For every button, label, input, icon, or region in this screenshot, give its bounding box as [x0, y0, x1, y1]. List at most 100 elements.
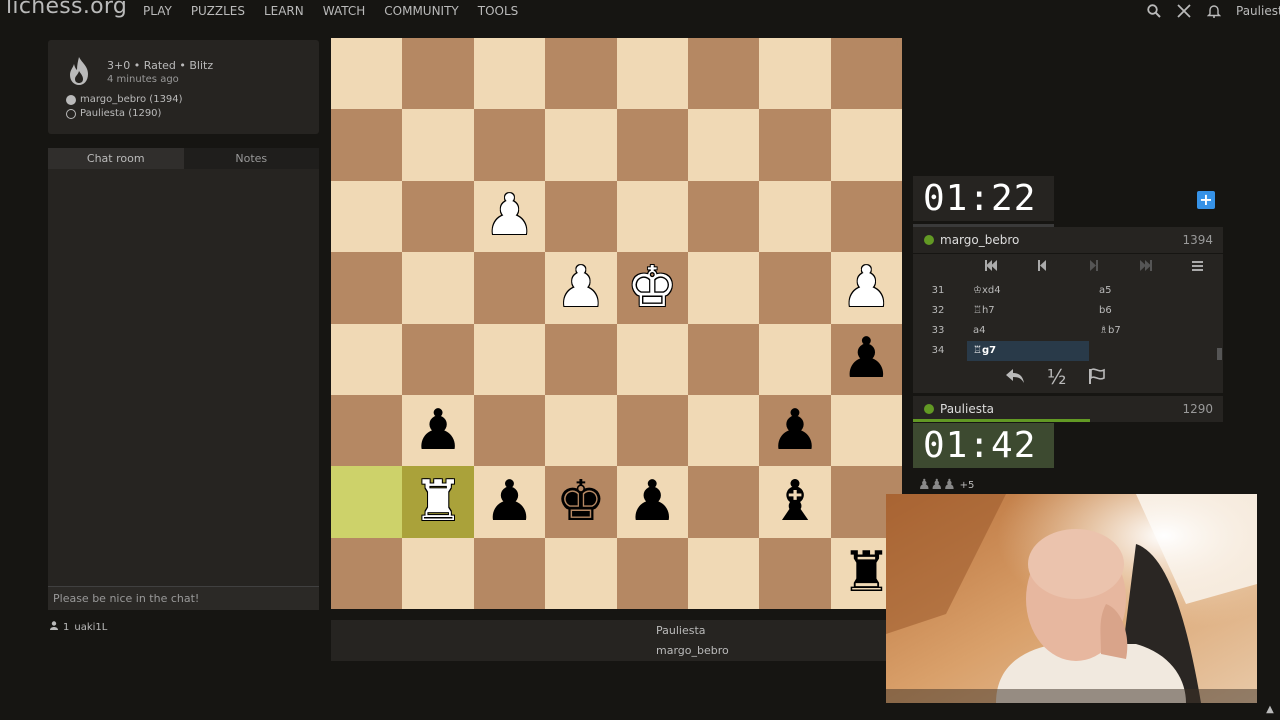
square-g8[interactable] — [402, 537, 474, 610]
square-a2[interactable] — [830, 109, 903, 181]
square-h2[interactable] — [331, 109, 403, 181]
move-white[interactable]: ♖h7 — [967, 301, 1089, 321]
square-f6[interactable] — [473, 394, 546, 467]
move-white[interactable]: a4 — [967, 321, 1089, 341]
square-a3[interactable] — [830, 180, 903, 253]
square-f4[interactable] — [473, 252, 546, 324]
under-player-1[interactable]: Pauliesta — [656, 624, 706, 637]
square-g2[interactable] — [402, 109, 474, 181]
square-h8[interactable] — [331, 537, 403, 610]
menu-button[interactable] — [1171, 260, 1223, 275]
move-black[interactable]: a5 — [1093, 281, 1213, 301]
swords-icon[interactable] — [1176, 3, 1192, 19]
resign-button[interactable] — [1088, 365, 1106, 389]
square-c1[interactable] — [687, 38, 760, 110]
square-e5[interactable] — [545, 323, 617, 395]
square-e3[interactable] — [545, 180, 617, 253]
move-white-active[interactable]: ♖g7 — [967, 341, 1089, 361]
under-player-2[interactable]: margo_bebro — [656, 644, 729, 657]
square-f1[interactable] — [473, 38, 546, 110]
chess-board[interactable]: 1 2 3 4 5 6 7 h g f e d c b a ♟ ♟ ♚ ♟ ♟ ♟ ♟ ♜ ♟ ♚ ♟ ♝ ♜ — [331, 38, 903, 610]
opponent-name[interactable]: margo_bebro — [940, 233, 1019, 247]
square-d2[interactable] — [616, 109, 688, 181]
square-e1[interactable] — [545, 38, 617, 110]
spectator-name[interactable]: uaki1L — [74, 622, 107, 633]
offer-draw-button[interactable]: ½ — [1047, 365, 1066, 389]
square-b5[interactable] — [759, 323, 831, 395]
piece-f3[interactable]: ♟ — [474, 181, 545, 252]
square-e2[interactable] — [545, 109, 617, 181]
square-f8[interactable] — [473, 537, 546, 610]
piece-a4[interactable]: ♟ — [831, 252, 902, 323]
player-black-info[interactable]: margo_bebro (1394) — [66, 94, 183, 105]
piece-b6[interactable]: ♟ — [759, 395, 830, 466]
piece-e7[interactable]: ♚ — [545, 466, 616, 537]
site-logo[interactable]: lichess.org — [6, 0, 127, 19]
square-e8[interactable] — [545, 537, 617, 610]
piece-d7[interactable]: ♟ — [617, 466, 688, 537]
tab-notes[interactable]: Notes — [183, 148, 319, 169]
square-c3[interactable] — [687, 180, 760, 253]
move-black[interactable]: ♗b7 — [1093, 321, 1213, 341]
square-f5[interactable] — [473, 323, 546, 395]
player-white-info[interactable]: Pauliesta (1290) — [66, 108, 161, 119]
chat-input[interactable]: Please be nice in the chat! — [48, 586, 319, 610]
scroll-up-icon[interactable]: ▲ — [1263, 704, 1277, 718]
user-menu[interactable]: Pauliesta — [1236, 4, 1280, 18]
nav-community[interactable]: COMMUNITY — [384, 4, 459, 18]
square-d1[interactable] — [616, 38, 688, 110]
square-d3[interactable] — [616, 180, 688, 253]
square-h6[interactable] — [331, 394, 403, 467]
square-d5[interactable] — [616, 323, 688, 395]
square-h1[interactable] — [331, 38, 403, 110]
square-c6[interactable] — [687, 394, 760, 467]
nav-watch[interactable]: WATCH — [323, 4, 366, 18]
square-c7[interactable] — [687, 466, 760, 538]
nav-tools[interactable]: TOOLS — [478, 4, 519, 18]
first-move-button[interactable] — [965, 260, 1017, 275]
square-b3[interactable] — [759, 180, 831, 253]
nav-puzzles[interactable]: PUZZLES — [191, 4, 245, 18]
square-d6[interactable] — [616, 394, 688, 467]
square-h3[interactable] — [331, 180, 403, 253]
square-h5[interactable] — [331, 323, 403, 395]
piece-a5[interactable]: ♟ — [831, 324, 902, 395]
takeback-button[interactable] — [1005, 365, 1025, 389]
square-g1[interactable] — [402, 38, 474, 110]
square-c5[interactable] — [687, 323, 760, 395]
square-h7[interactable] — [331, 466, 403, 538]
square-d8[interactable] — [616, 537, 688, 610]
search-icon[interactable] — [1146, 3, 1162, 19]
square-c8[interactable] — [687, 537, 760, 610]
square-a1[interactable] — [830, 38, 903, 110]
square-g5[interactable] — [402, 323, 474, 395]
next-move-button[interactable] — [1068, 260, 1120, 275]
piece-f7[interactable]: ♟ — [474, 466, 545, 537]
piece-d4[interactable]: ♚ — [617, 252, 688, 323]
square-f2[interactable] — [473, 109, 546, 181]
piece-g6[interactable]: ♟ — [402, 395, 473, 466]
prev-move-button[interactable] — [1017, 260, 1069, 275]
add-time-button[interactable]: + — [1197, 191, 1215, 209]
square-b1[interactable] — [759, 38, 831, 110]
moves-scrollbar[interactable] — [1217, 348, 1222, 360]
square-b2[interactable] — [759, 109, 831, 181]
move-white[interactable]: ♔xd4 — [967, 281, 1089, 301]
piece-g7[interactable]: ♜ — [402, 466, 473, 537]
square-b8[interactable] — [759, 537, 831, 610]
last-move-button[interactable] — [1120, 260, 1172, 275]
square-b4[interactable] — [759, 252, 831, 324]
piece-e4[interactable]: ♟ — [545, 252, 616, 323]
square-c2[interactable] — [687, 109, 760, 181]
move-black[interactable]: b6 — [1093, 301, 1213, 321]
square-g4[interactable] — [402, 252, 474, 324]
square-c4[interactable] — [687, 252, 760, 324]
nav-play[interactable]: PLAY — [143, 4, 172, 18]
piece-b7[interactable]: ♝ — [759, 466, 830, 537]
nav-learn[interactable]: LEARN — [264, 4, 304, 18]
tab-chat-room[interactable]: Chat room — [48, 148, 184, 169]
square-g3[interactable] — [402, 180, 474, 253]
square-e6[interactable] — [545, 394, 617, 467]
my-name[interactable]: Pauliesta — [940, 402, 994, 416]
square-a6[interactable] — [830, 394, 903, 467]
